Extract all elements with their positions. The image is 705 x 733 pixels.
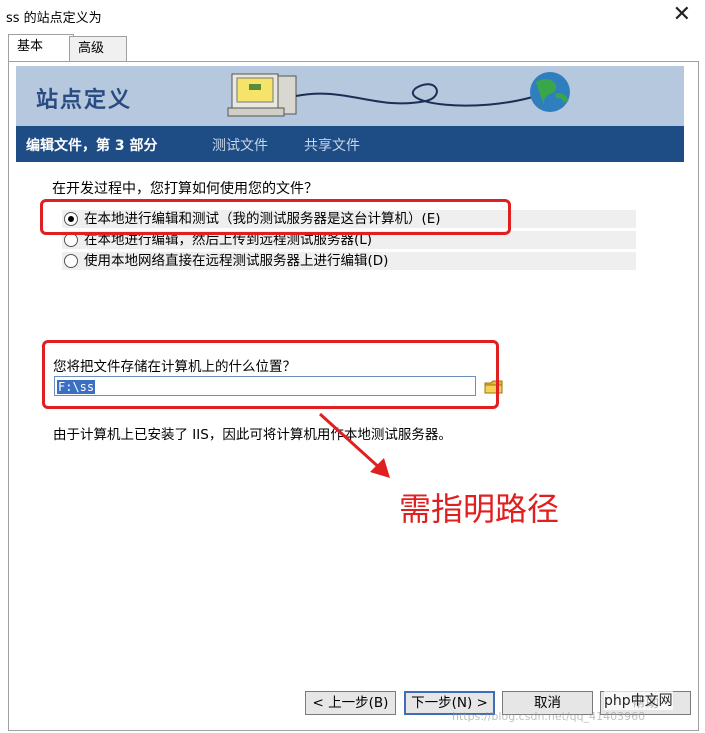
- tab-advanced[interactable]: 高级: [69, 36, 127, 62]
- wizard-step-bar: 编辑文件，第 3 部分 测试文件 共享文件: [16, 126, 684, 162]
- tab-basic[interactable]: 基本: [8, 34, 74, 62]
- annotation-text: 需指明路径: [399, 490, 560, 528]
- site-logo: php中文网: [604, 690, 673, 710]
- back-button[interactable]: < 上一步(B): [305, 691, 396, 715]
- title-bar: ss 的站点定义为 ✕: [0, 0, 705, 32]
- radio-label: 在本地进行编辑，然后上传到远程测试服务器(L): [84, 232, 373, 248]
- step-current-label: 编辑文件，第 3 部分: [26, 138, 158, 154]
- path-question: 您将把文件存储在计算机上的什么位置？: [53, 359, 296, 375]
- watermark: https://blog.csdn.net/qq_41403960: [452, 710, 646, 723]
- radio-button-icon[interactable]: [64, 212, 78, 226]
- radio-label: 使用本地网络直接在远程测试服务器上进行编辑(D): [84, 253, 389, 269]
- close-icon[interactable]: ✕: [673, 2, 691, 28]
- usage-question: 在开发过程中，您打算如何使用您的文件？: [52, 181, 318, 197]
- radio-selected-dot: [68, 216, 74, 222]
- path-value-selected: F:\ss: [57, 380, 96, 394]
- radio-edit-remote-network[interactable]: 使用本地网络直接在远程测试服务器上进行编辑(D): [62, 252, 636, 270]
- radio-button-icon[interactable]: [64, 233, 78, 247]
- window-title: ss 的站点定义为: [6, 11, 102, 26]
- radio-edit-test-local[interactable]: 在本地进行编辑和测试（我的测试服务器是这台计算机）(E): [62, 210, 636, 228]
- local-path-input[interactable]: F:\ss: [54, 376, 476, 396]
- computer-globe-illustration: [227, 72, 570, 117]
- annotation-arrow: [318, 412, 390, 478]
- radio-label: 在本地进行编辑和测试（我的测试服务器是这台计算机）(E): [84, 211, 441, 227]
- step-share-label: 共享文件: [304, 138, 360, 154]
- wizard-banner: 站点定义: [16, 66, 684, 126]
- radio-edit-local-upload[interactable]: 在本地进行编辑，然后上传到远程测试服务器(L): [62, 231, 636, 249]
- folder-icon[interactable]: [484, 379, 504, 395]
- step-test-label: 测试文件: [212, 138, 268, 154]
- radio-button-icon[interactable]: [64, 254, 78, 268]
